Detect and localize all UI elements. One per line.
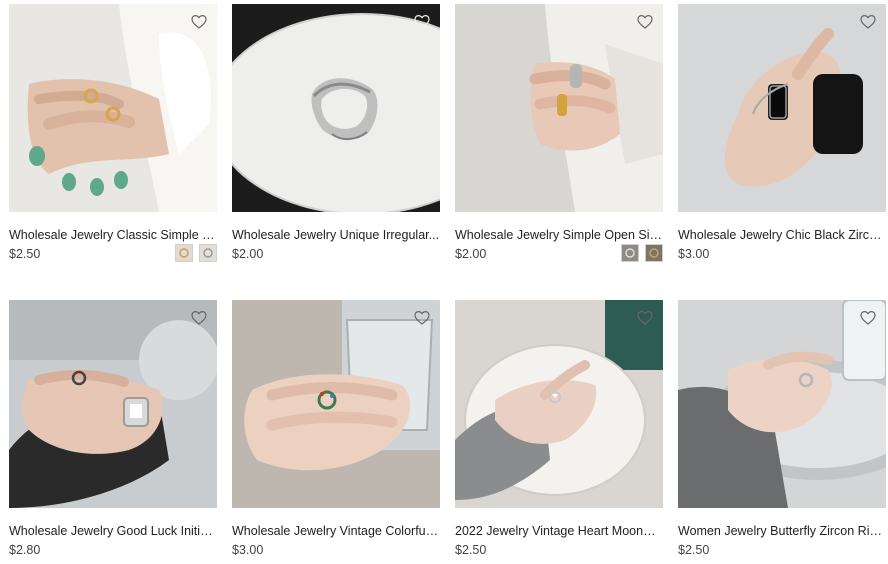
variant-swatch-silver[interactable] bbox=[199, 244, 217, 262]
favorite-heart-icon[interactable] bbox=[637, 310, 653, 326]
product-photo-hand-gold-rings bbox=[9, 4, 217, 212]
favorite-heart-icon[interactable] bbox=[860, 14, 876, 30]
product-card[interactable]: Women Jewelry Butterfly Zircon Rin... $2… bbox=[678, 300, 886, 564]
product-title[interactable]: 2022 Jewelry Vintage Heart MoonSt... bbox=[455, 523, 663, 539]
product-price: $2.80 bbox=[9, 543, 41, 557]
product-card[interactable]: Wholesale Jewelry Classic Simple G... $2… bbox=[9, 4, 217, 268]
product-photo-silver-ring-table bbox=[232, 4, 440, 212]
favorite-heart-icon[interactable] bbox=[191, 310, 207, 326]
product-image[interactable] bbox=[232, 300, 440, 508]
product-title[interactable]: Wholesale Jewelry Unique Irregular... bbox=[232, 227, 440, 243]
product-meta-row: $2.50 bbox=[455, 542, 663, 564]
product-price: $2.00 bbox=[232, 247, 264, 261]
product-image[interactable] bbox=[678, 4, 886, 212]
product-photo-hand-black-zircon-ring bbox=[678, 4, 886, 212]
product-price: $2.50 bbox=[9, 247, 41, 261]
product-card[interactable]: Wholesale Jewelry Chic Black Zirco... $3… bbox=[678, 4, 886, 268]
variant-swatches bbox=[621, 244, 663, 262]
product-title[interactable]: Women Jewelry Butterfly Zircon Rin... bbox=[678, 523, 886, 539]
product-price: $2.50 bbox=[455, 543, 487, 557]
product-meta-row: $2.00 bbox=[232, 246, 440, 268]
product-price: $3.00 bbox=[232, 543, 264, 557]
product-image[interactable] bbox=[455, 4, 663, 212]
product-card[interactable]: 2022 Jewelry Vintage Heart MoonSt... $2.… bbox=[455, 300, 663, 564]
product-card[interactable]: Wholesale Jewelry Unique Irregular... $2… bbox=[232, 4, 440, 268]
product-card[interactable]: Wholesale Jewelry Simple Open Silv... $2… bbox=[455, 4, 663, 268]
product-photo-hand-butterfly-ring-tray bbox=[678, 300, 886, 508]
product-photo-hand-colorful-ring-glass bbox=[232, 300, 440, 508]
product-photo-hand-heart-ring-plate bbox=[455, 300, 663, 508]
variant-swatches bbox=[175, 244, 217, 262]
product-price: $2.50 bbox=[678, 543, 710, 557]
product-title[interactable]: Wholesale Jewelry Simple Open Silv... bbox=[455, 227, 663, 243]
product-image[interactable] bbox=[678, 300, 886, 508]
product-grid: Wholesale Jewelry Classic Simple G... $2… bbox=[0, 0, 888, 562]
product-meta-row: $2.50 bbox=[9, 244, 217, 268]
product-photo-hand-square-zircon-ring bbox=[9, 300, 217, 508]
product-image[interactable] bbox=[232, 4, 440, 212]
product-title[interactable]: Wholesale Jewelry Good Luck Initial... bbox=[9, 523, 217, 539]
variant-swatch-gold[interactable] bbox=[645, 244, 663, 262]
product-image[interactable] bbox=[455, 300, 663, 508]
product-price: $3.00 bbox=[678, 247, 710, 261]
product-price: $2.00 bbox=[455, 247, 487, 261]
product-photo-hand-silver-gold-rings bbox=[455, 4, 663, 212]
favorite-heart-icon[interactable] bbox=[414, 14, 430, 30]
variant-swatch-gold[interactable] bbox=[175, 244, 193, 262]
product-image[interactable] bbox=[9, 4, 217, 212]
favorite-heart-icon[interactable] bbox=[637, 14, 653, 30]
product-meta-row: $3.00 bbox=[232, 542, 440, 564]
variant-swatch-silver[interactable] bbox=[621, 244, 639, 262]
product-image[interactable] bbox=[9, 300, 217, 508]
product-meta-row: $3.00 bbox=[678, 246, 886, 268]
product-card[interactable]: Wholesale Jewelry Vintage Colorful ... $… bbox=[232, 300, 440, 564]
product-card[interactable]: Wholesale Jewelry Good Luck Initial... $… bbox=[9, 300, 217, 564]
favorite-heart-icon[interactable] bbox=[860, 310, 876, 326]
favorite-heart-icon[interactable] bbox=[191, 14, 207, 30]
product-meta-row: $2.50 bbox=[678, 542, 886, 564]
product-meta-row: $2.80 bbox=[9, 542, 217, 564]
product-title[interactable]: Wholesale Jewelry Chic Black Zirco... bbox=[678, 227, 886, 243]
product-title[interactable]: Wholesale Jewelry Classic Simple G... bbox=[9, 227, 217, 243]
favorite-heart-icon[interactable] bbox=[414, 310, 430, 326]
product-meta-row: $2.00 bbox=[455, 244, 663, 268]
product-title[interactable]: Wholesale Jewelry Vintage Colorful ... bbox=[232, 523, 440, 539]
